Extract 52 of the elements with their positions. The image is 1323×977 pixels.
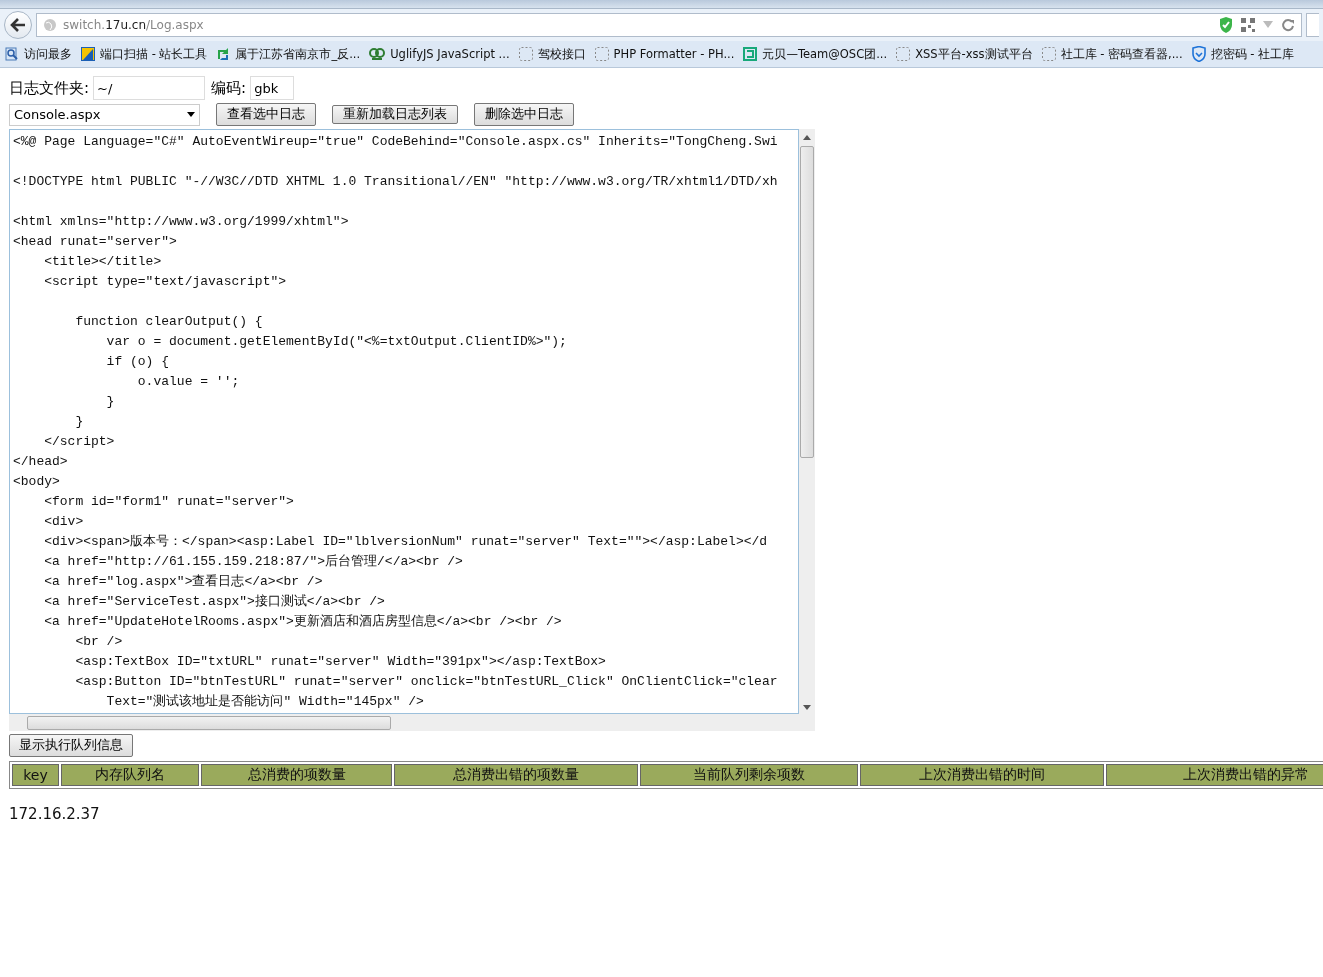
blank-page-icon bbox=[1041, 47, 1056, 61]
scroll-up-icon[interactable] bbox=[803, 135, 811, 140]
bookmark-item[interactable]: 访问最多 bbox=[5, 46, 72, 62]
vertical-scrollbar[interactable] bbox=[799, 129, 815, 714]
address-field[interactable]: switch.17u.cn/Log.aspx bbox=[36, 13, 1302, 37]
globe-icon bbox=[43, 18, 57, 32]
encoding-input[interactable]: gbk bbox=[250, 76, 295, 100]
magnifier-page-icon bbox=[5, 47, 19, 61]
folder-label: 日志文件夹: bbox=[9, 78, 90, 98]
show-queue-button[interactable]: 显示执行队列信息 bbox=[9, 734, 133, 757]
column-header: 当前队列剩余项数 bbox=[640, 764, 858, 786]
back-arrow-icon bbox=[9, 17, 27, 33]
bookmark-item[interactable]: 驾校接口 bbox=[518, 46, 586, 62]
caret-icon bbox=[187, 112, 195, 117]
bookmark-item[interactable]: UglifyJS JavaScript ... bbox=[369, 47, 510, 61]
blank-page-icon bbox=[594, 47, 609, 61]
scroll-down-icon[interactable] bbox=[803, 705, 811, 710]
column-header: 总消费出错的项数量 bbox=[394, 764, 638, 786]
blank-page-icon bbox=[518, 47, 533, 61]
dropdown-arrow-icon[interactable] bbox=[1263, 21, 1273, 29]
bookmark-item[interactable]: 属于江苏省南京市_反... bbox=[216, 46, 361, 62]
code-textarea[interactable]: <%@ Page Language="C#" AutoEventWireup="true" CodeBehind="Console.aspx.cs" Inherits="TongCheng.Swi <!DOCTYPE html PUBLIC "-//W3C//DTD XHTML 1.0 Transitional//EN" "http://www.w3.org/TR/xhtml1/DTD/xh <html xmlns="http://www.w3.org/1999/xhtml"> <head runat="server"> <title></title> <script type="text/javascript"> function clearOutput() { var o = document.getElementById("<%=txtOutput.ClientID%>"); if (o) { o.value = ''; } } </script> </head> <body> <form id="form1" runat="server"> <div> <div><span>版本号：</span><asp:Label ID="lblversionNum" runat="server" Text=""></asp:Label></d <a href="http://61.155.159.218:87/">后台管理/</a><br /> <a href="log.aspx">查看日志</a><br /> <a href="ServiceTest.aspx">接口测试</a><br /> <a href="UpdateHotelRooms.aspx">更新酒店和酒店房型信息</a><br /><br /> <br /> <asp:TextBox ID="txtURL" runat="server" Width="391px"></asp:TextBox> <asp:Button ID="btnTestURL" runat="server" onclick="btnTestURL_Click" OnClientClick="clear Text="测试该地址是否能访问" Width="145px" /> bbox=[9, 129, 799, 714]
column-header: 内存队列名 bbox=[61, 764, 199, 786]
bookmark-item[interactable]: 元贝—Team@OSC团... bbox=[743, 46, 888, 62]
arrows-icon bbox=[216, 47, 231, 61]
shield-icon bbox=[1191, 46, 1206, 62]
column-header: 上次消费出错的时间 bbox=[860, 764, 1104, 786]
bracket-logo-icon bbox=[743, 47, 758, 61]
folder-input[interactable]: ~/ bbox=[93, 76, 206, 100]
bookmark-item[interactable]: 端口扫描 - 站长工具 bbox=[81, 46, 208, 62]
owl-icon bbox=[369, 47, 386, 61]
square-tile-icon bbox=[81, 47, 95, 61]
log-file-select[interactable]: Console.aspx bbox=[9, 103, 200, 126]
column-header: key bbox=[12, 764, 59, 786]
server-ip-text: 172.16.2.37 bbox=[9, 805, 101, 823]
bookmark-item[interactable]: PHP Formatter - PH... bbox=[594, 47, 735, 61]
search-field[interactable] bbox=[1306, 13, 1319, 37]
horizontal-scrollbar[interactable] bbox=[9, 714, 815, 731]
bookmark-item[interactable]: XSS平台-xss测试平台 bbox=[896, 46, 1033, 62]
qr-code-icon[interactable] bbox=[1241, 18, 1255, 32]
blank-page-icon bbox=[896, 47, 911, 61]
column-header: 总消费的项数量 bbox=[201, 764, 392, 786]
encoding-label: 编码: bbox=[211, 78, 247, 98]
action-button[interactable]: 重新加载日志列表 bbox=[332, 105, 458, 124]
column-header: 上次消费出错的异常 bbox=[1106, 764, 1323, 786]
action-button[interactable]: 删除选中日志 bbox=[474, 103, 574, 126]
bookmark-item[interactable]: 挖密码 - 社工库 bbox=[1191, 46, 1295, 62]
bookmark-item[interactable]: 社工库 - 密码查看器,... bbox=[1041, 46, 1183, 62]
action-button[interactable]: 查看选中日志 bbox=[216, 103, 316, 126]
refresh-icon[interactable] bbox=[1281, 18, 1295, 32]
back-button[interactable] bbox=[4, 11, 32, 39]
shield-check-icon[interactable] bbox=[1219, 17, 1233, 33]
